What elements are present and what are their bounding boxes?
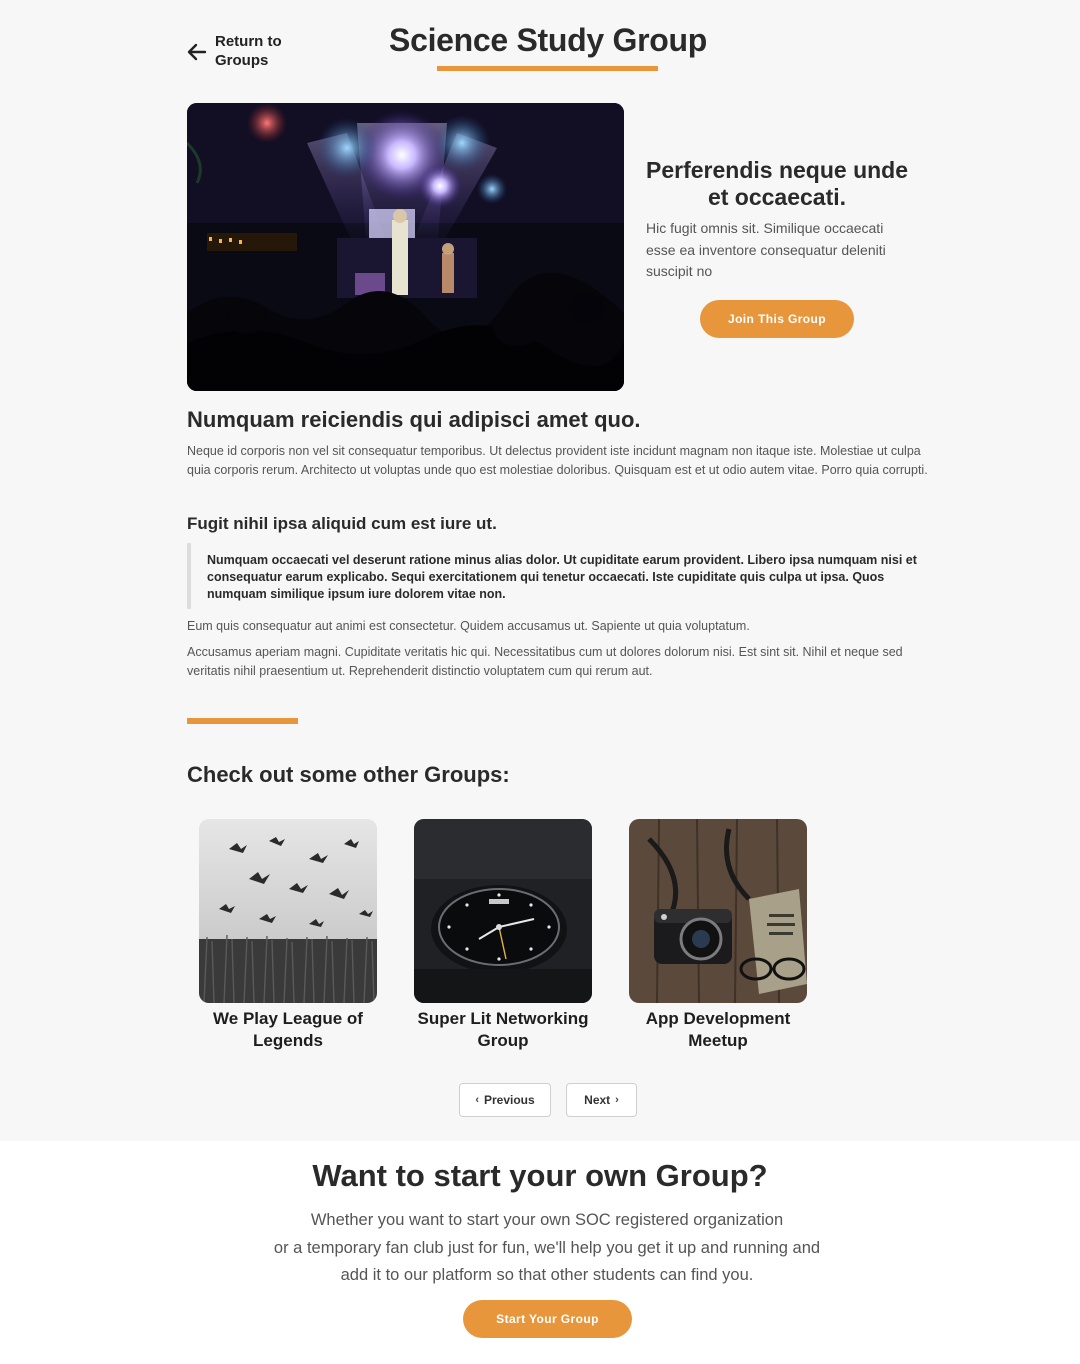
chevron-left-icon: ‹ (475, 1094, 479, 1106)
article-subheading: Fugit nihil ipsa aliquid cum est iure ut… (187, 514, 497, 533)
group-card[interactable]: We Play League of Legends (199, 819, 377, 1052)
article-blockquote: Numquam occaecati vel deserunt ratione m… (187, 543, 927, 609)
article-paragraph: Neque id corporis non vel sit consequatu… (187, 444, 928, 477)
cta-heading: Want to start your own Group? (312, 1158, 768, 1193)
group-card[interactable]: App Development Meetup (629, 819, 807, 1052)
previous-page-button[interactable]: ‹ Previous (459, 1083, 551, 1117)
other-groups-heading: Check out some other Groups: (187, 762, 510, 787)
next-label: Next (584, 1093, 611, 1107)
hero-image (187, 103, 624, 391)
cta-description: Whether you want to start your own SOC r… (240, 1207, 854, 1290)
hero-heading: Perferendis neque unde et occaecati. (646, 157, 909, 210)
section-divider (187, 718, 298, 724)
return-to-groups-link[interactable]: Return to Groups (187, 32, 295, 70)
title-underline (437, 66, 658, 71)
article-paragraph: Eum quis consequatur aut animi est conse… (187, 619, 750, 633)
chevron-right-icon: › (615, 1094, 619, 1106)
article-paragraph: Accusamus aperiam magni. Cupiditate veri… (187, 645, 903, 678)
return-to-groups-label: Return to Groups (215, 33, 282, 69)
cta-line: add it to our platform so that other stu… (340, 1266, 754, 1284)
group-card-image (199, 819, 377, 1003)
group-card-title: App Development Meetup (645, 1009, 791, 1050)
group-card-title: Super Lit Networking Group (417, 1009, 589, 1050)
group-card[interactable]: Super Lit Networking Group (414, 819, 592, 1052)
next-page-button[interactable]: Next › (566, 1083, 637, 1117)
group-card-image (414, 819, 592, 1003)
previous-label: Previous (483, 1093, 535, 1107)
group-card-title: We Play League of Legends (213, 1009, 363, 1050)
cta-line: Whether you want to start your own SOC r… (310, 1211, 784, 1229)
article-heading: Numquam reiciendis qui adipisci amet quo… (187, 407, 641, 432)
arrow-left-icon (187, 43, 207, 61)
cta-line: or a temporary fan club just for fun, we… (273, 1238, 821, 1257)
join-group-button[interactable]: Join This Group (700, 300, 854, 338)
group-card-image (629, 819, 807, 1003)
page-title: Science Study Group (389, 22, 707, 58)
hero-description: Hic fugit omnis sit. Similique occaecati… (646, 220, 886, 279)
start-your-group-button[interactable]: Start Your Group (463, 1300, 632, 1338)
